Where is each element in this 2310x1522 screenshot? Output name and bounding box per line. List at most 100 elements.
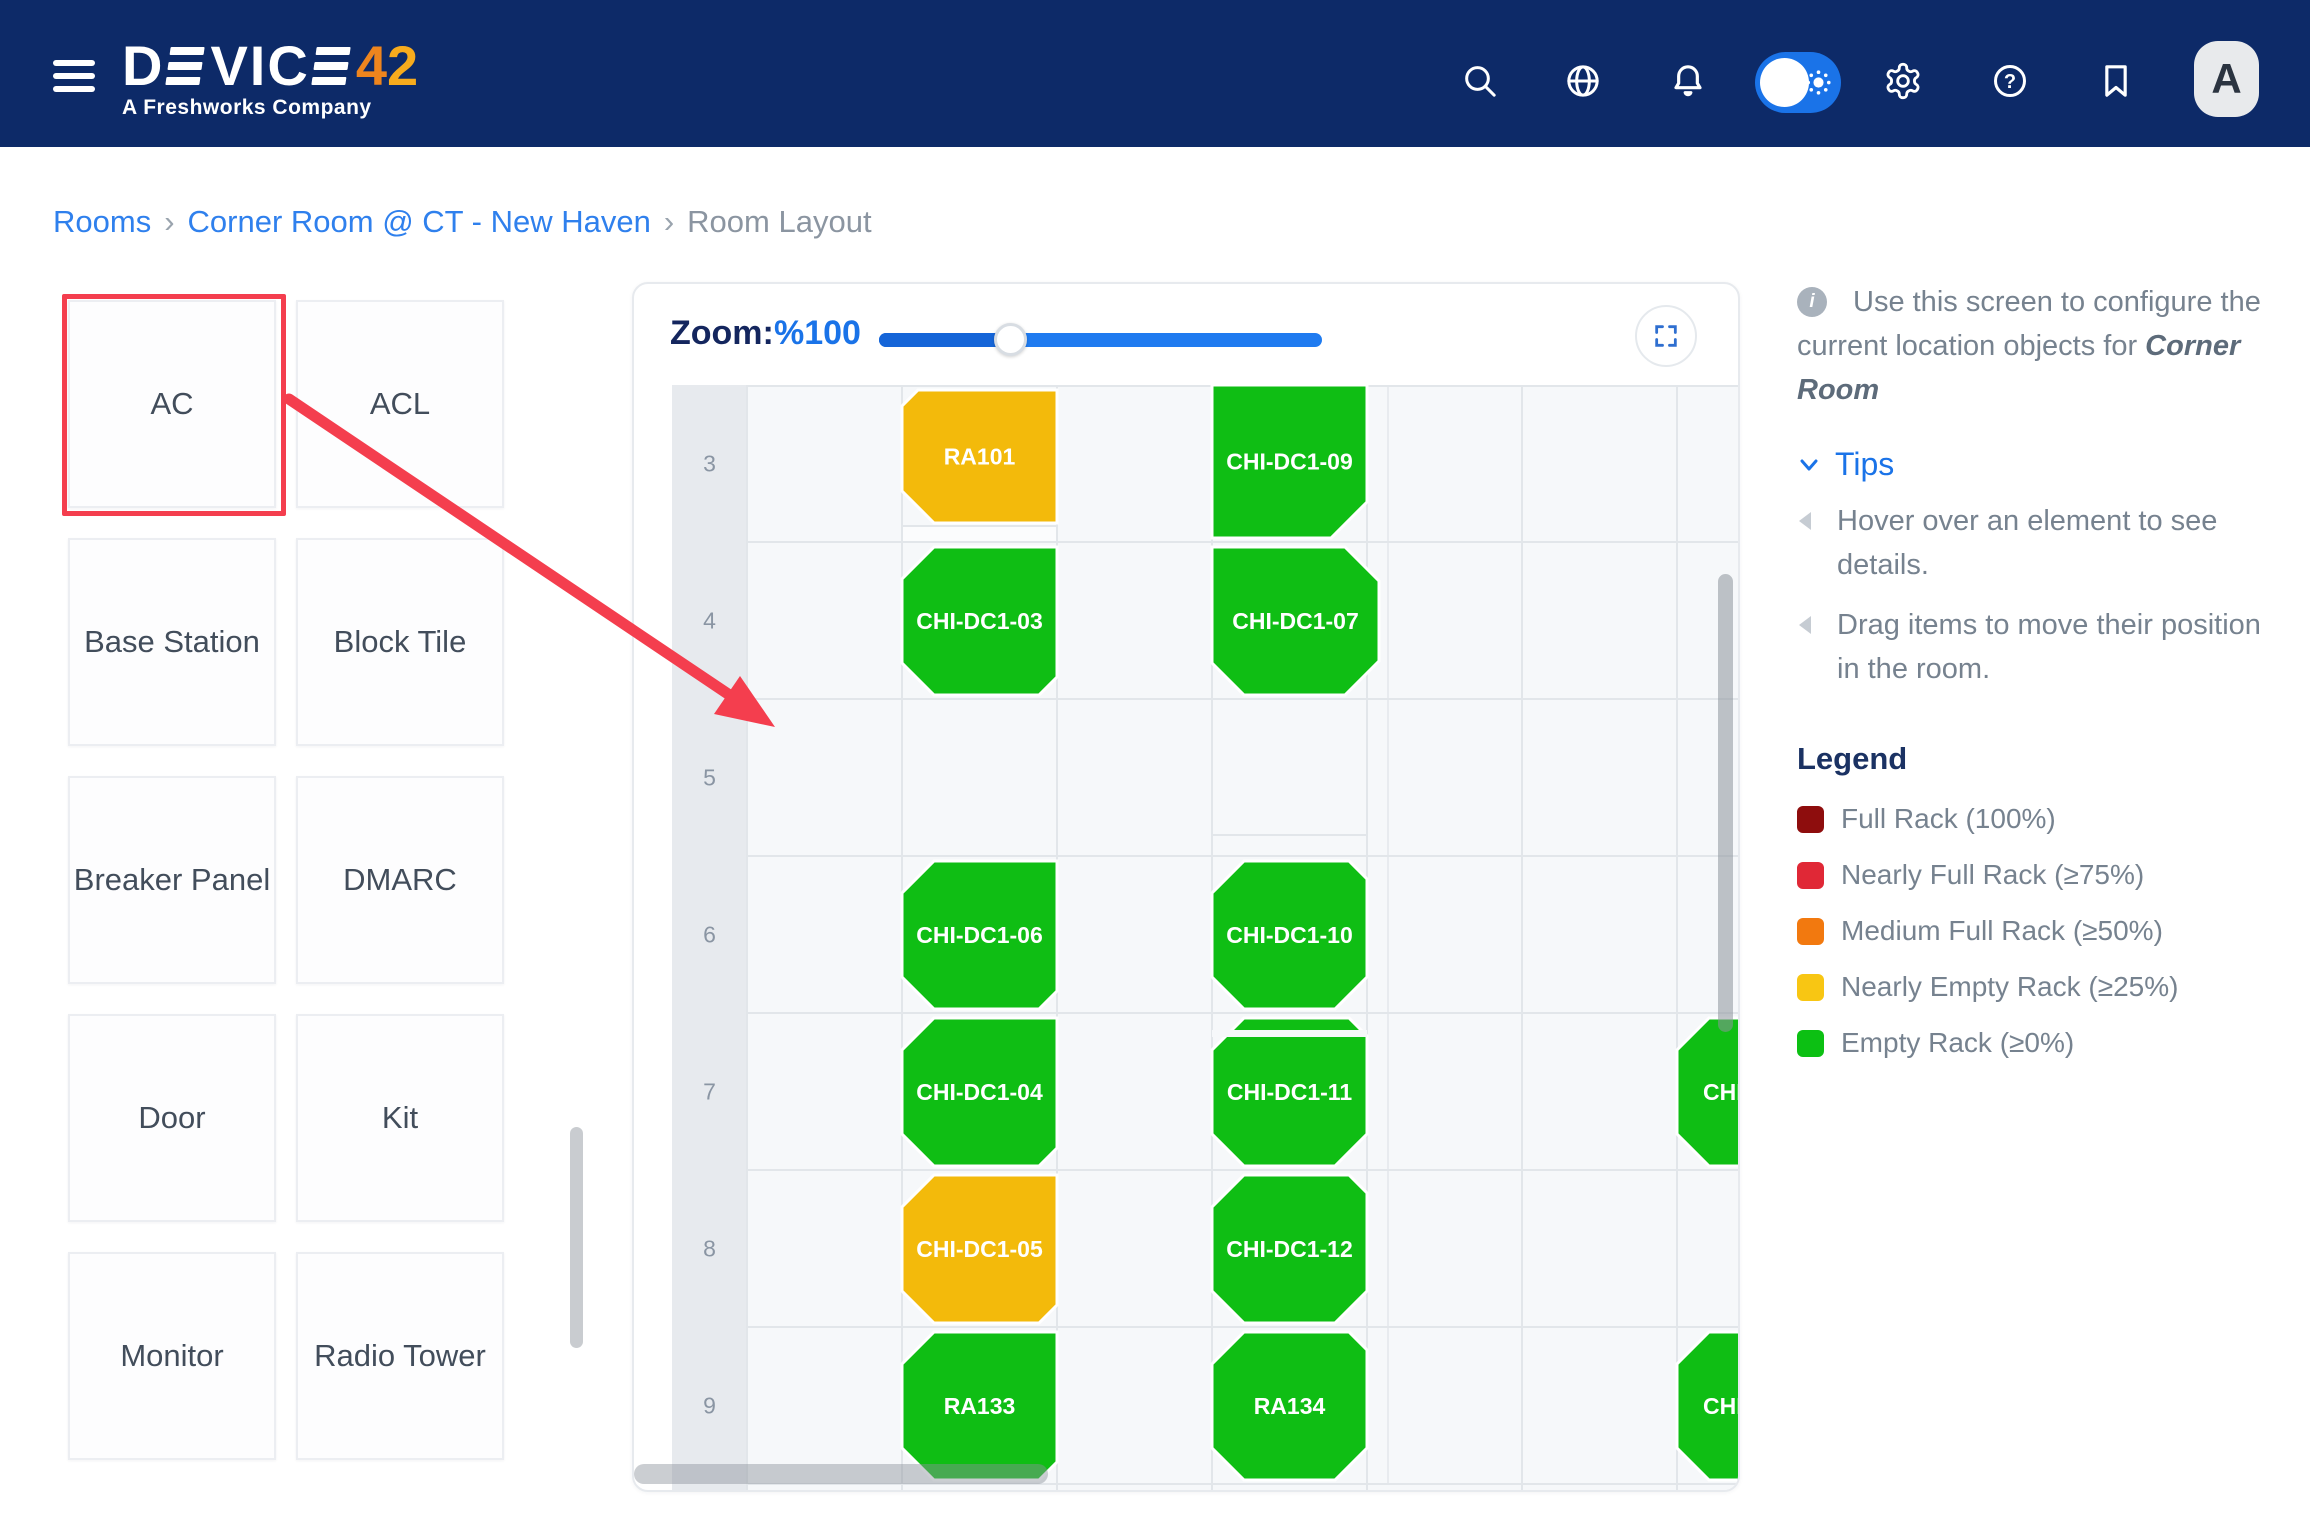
logo-e-icon xyxy=(165,43,209,89)
rack-label: RA133 xyxy=(944,1393,1016,1419)
breadcrumb-separator: › xyxy=(164,204,174,240)
bookmark-icon[interactable] xyxy=(2096,61,2136,101)
legend-label: Empty Rack (≥0%) xyxy=(1841,1027,2074,1059)
device42-logo[interactable]: D VIC 4 2 xyxy=(122,40,418,92)
notifications-bell-icon[interactable] xyxy=(1668,61,1708,101)
hamburger-bar xyxy=(53,73,95,79)
zoom-label: Zoom: xyxy=(670,314,774,353)
rack-label: RA134 xyxy=(1254,1393,1326,1419)
chevron-down-icon xyxy=(1797,453,1821,477)
rack-label: CHI-DC1-03 xyxy=(916,608,1043,634)
zoom-slider-thumb[interactable] xyxy=(994,323,1027,356)
legend-list: Full Rack (100%) Nearly Full Rack (≥75%)… xyxy=(1797,803,2289,1059)
object-palette: AC ACL Base Station Block Tile Breaker P… xyxy=(68,300,508,1460)
user-avatar[interactable]: A xyxy=(2194,41,2259,117)
empty-object-outline xyxy=(902,526,1057,542)
palette-item-kit[interactable]: Kit xyxy=(296,1014,504,1222)
rack-label: CHI-DC1-05 xyxy=(916,1236,1043,1262)
canvas-vertical-scrollbar[interactable] xyxy=(1718,574,1733,1032)
zoom-slider-fill xyxy=(879,333,1010,347)
legend-label: Nearly Full Rack (≥75%) xyxy=(1841,859,2144,891)
legend-item: Medium Full Rack (≥50%) xyxy=(1797,915,2289,947)
legend-item: Full Rack (100%) xyxy=(1797,803,2289,835)
globe-icon[interactable] xyxy=(1563,61,1603,101)
legend-label: Full Rack (100%) xyxy=(1841,803,2056,835)
hamburger-bar xyxy=(53,60,95,66)
palette-scrollbar[interactable] xyxy=(570,1127,583,1348)
palette-item-ac[interactable]: AC xyxy=(68,300,276,508)
settings-gear-icon[interactable] xyxy=(1883,61,1923,101)
legend-item: Empty Rack (≥0%) xyxy=(1797,1027,2289,1059)
fullscreen-icon xyxy=(1652,322,1680,350)
rack-label: CHI-DC1-04 xyxy=(916,1079,1043,1105)
palette-item-breaker-panel[interactable]: Breaker Panel xyxy=(68,776,276,984)
rack-label: CHI-DC1-06 xyxy=(916,922,1043,948)
rack-label: CHI- xyxy=(1703,1393,1738,1419)
logo-part: VIC xyxy=(210,40,309,92)
zoom-slider[interactable] xyxy=(879,333,1322,347)
tips-label: Tips xyxy=(1835,446,1894,483)
rack-label: CHI-DC1-12 xyxy=(1226,1236,1353,1262)
legend-swatch-nearly-empty xyxy=(1797,974,1824,1001)
logo-part: 2 xyxy=(387,40,418,92)
rack-label: CHI-DC1-11 xyxy=(1227,1079,1352,1105)
rack-label: CHI- xyxy=(1703,1079,1738,1105)
legend-swatch-medium xyxy=(1797,918,1824,945)
tip-bullet-icon xyxy=(1799,616,1811,634)
row-label: 5 xyxy=(703,765,716,791)
breadcrumb-link-rooms[interactable]: Rooms xyxy=(53,204,151,240)
breadcrumb-link-room[interactable]: Corner Room @ CT - New Haven xyxy=(188,204,651,240)
tip-bullet-icon xyxy=(1799,512,1811,530)
palette-item-base-station[interactable]: Base Station xyxy=(68,538,276,746)
svg-text:?: ? xyxy=(2004,71,2016,93)
palette-item-radio-tower[interactable]: Radio Tower xyxy=(296,1252,504,1460)
legend-label: Medium Full Rack (≥50%) xyxy=(1841,915,2163,947)
legend-label: Nearly Empty Rack (≥25%) xyxy=(1841,971,2178,1003)
theme-toggle[interactable] xyxy=(1755,52,1841,113)
sun-icon xyxy=(1804,68,1833,97)
canvas-horizontal-scrollbar[interactable] xyxy=(634,1464,1048,1484)
logo-subtitle: A Freshworks Company xyxy=(122,96,372,120)
rack-label: CHI-DC1-10 xyxy=(1226,922,1353,948)
room-grid-canvas[interactable]: 3456789RA101CHI-DC1-09CHI-DC1-03CHI-DC1-… xyxy=(634,385,1738,1490)
tip-text: Hover over an element to see details. xyxy=(1837,505,2217,581)
breadcrumb-separator: › xyxy=(664,204,674,240)
tips-toggle[interactable]: Tips xyxy=(1797,446,2289,483)
help-icon[interactable]: ? xyxy=(1990,61,2030,101)
legend-item: Nearly Empty Rack (≥25%) xyxy=(1797,971,2289,1003)
tip-item: Hover over an element to see details. xyxy=(1797,499,2289,587)
palette-item-dmarc[interactable]: DMARC xyxy=(296,776,504,984)
palette-item-monitor[interactable]: Monitor xyxy=(68,1252,276,1460)
row-label: 6 xyxy=(703,922,716,948)
tip-item: Drag items to move their position in the… xyxy=(1797,603,2289,691)
legend-swatch-full xyxy=(1797,806,1824,833)
palette-item-door[interactable]: Door xyxy=(68,1014,276,1222)
hamburger-menu-icon[interactable] xyxy=(53,60,97,93)
legend-title: Legend xyxy=(1797,741,2289,777)
breadcrumb: Rooms › Corner Room @ CT - New Haven › R… xyxy=(53,204,872,240)
palette-item-block-tile[interactable]: Block Tile xyxy=(296,538,504,746)
room-canvas-panel: Zoom: %100 3456789RA101CHI-DC1-09CHI-DC1… xyxy=(632,282,1740,1492)
tip-text: Drag items to move their position in the… xyxy=(1837,609,2261,685)
search-icon[interactable] xyxy=(1460,61,1500,101)
row-label: 9 xyxy=(703,1393,716,1419)
help-panel: i Use this screen to configure the curre… xyxy=(1797,280,2289,1083)
info-icon: i xyxy=(1797,287,1827,317)
row-label: 3 xyxy=(703,451,716,477)
palette-item-acl[interactable]: ACL xyxy=(296,300,504,508)
row-label: 7 xyxy=(703,1079,716,1105)
toggle-knob xyxy=(1760,58,1809,107)
rack-gap-line xyxy=(1212,1030,1367,1037)
hamburger-bar xyxy=(53,86,95,92)
fullscreen-button[interactable] xyxy=(1635,305,1697,367)
zoom-value: %100 xyxy=(774,314,861,353)
logo-part: 4 xyxy=(356,40,387,92)
logo-e-icon xyxy=(311,43,355,89)
legend-swatch-nearly-full xyxy=(1797,862,1824,889)
top-navbar: D VIC 4 2 A Freshworks Company xyxy=(0,0,2310,147)
help-intro-text: i Use this screen to configure the curre… xyxy=(1797,280,2289,412)
rack-label: CHI-DC1-07 xyxy=(1232,608,1359,634)
legend-item: Nearly Full Rack (≥75%) xyxy=(1797,859,2289,891)
rack-label: CHI-DC1-09 xyxy=(1226,449,1353,475)
logo-part: D xyxy=(122,40,164,92)
